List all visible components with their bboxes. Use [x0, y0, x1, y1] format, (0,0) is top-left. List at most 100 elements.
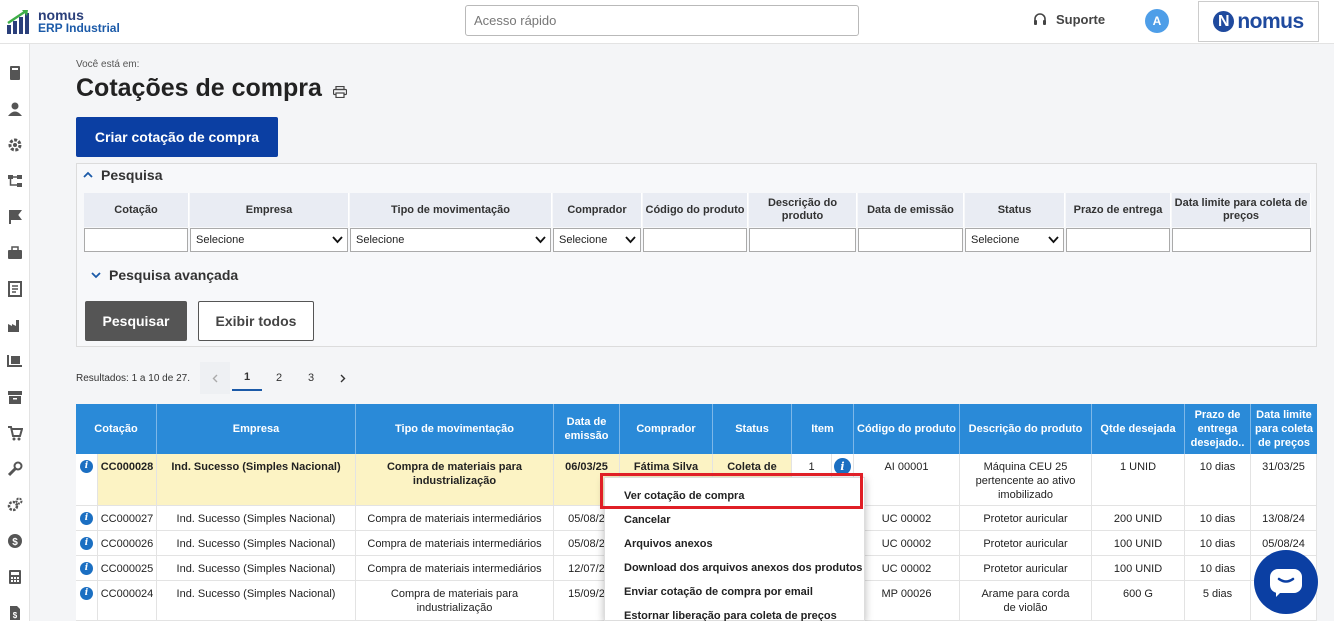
col-header-delivery-time[interactable]: Prazo de entrega desejado.. — [1185, 404, 1251, 454]
col-header-buyer[interactable]: Comprador — [620, 404, 713, 454]
row-info-button[interactable]: i — [76, 556, 98, 581]
pagination-next[interactable] — [328, 362, 358, 394]
filter-movement-type-value: Selecione — [356, 234, 405, 246]
headset-icon — [1034, 12, 1046, 25]
cell-delivery-time: 10 dias — [1185, 531, 1251, 556]
pagination-page-2[interactable]: 2 — [264, 362, 294, 394]
tool-icon[interactable] — [7, 461, 23, 477]
filter-label-delivery-time: Prazo de entrega — [1066, 193, 1171, 227]
col-header-item[interactable]: Item — [792, 404, 854, 454]
logo-line2: ERP Industrial — [38, 21, 120, 35]
cell-quotation[interactable]: CC000027 — [98, 506, 157, 531]
row-info-button[interactable]: i — [76, 581, 98, 621]
user-avatar[interactable]: A — [1145, 9, 1169, 33]
row-info-button[interactable]: i — [76, 531, 98, 556]
filter-price-deadline-input[interactable] — [1172, 228, 1311, 252]
support-label: Suporte — [1056, 12, 1106, 27]
col-header-desired-qty[interactable]: Qtde desejada — [1092, 404, 1185, 454]
quick-access-input[interactable] — [465, 5, 859, 36]
create-quotation-button[interactable]: Criar cotação de compra — [76, 117, 278, 157]
svg-text:$: $ — [13, 611, 18, 620]
advanced-search-toggle[interactable]: Pesquisa avançada — [91, 267, 238, 283]
show-all-button[interactable]: Exibir todos — [198, 301, 314, 341]
filter-status-select[interactable]: Selecione — [965, 228, 1064, 252]
search-toggle[interactable]: Pesquisa — [83, 167, 162, 183]
pagination-prev[interactable] — [200, 362, 230, 394]
chevron-right-icon — [340, 374, 346, 382]
pagination-page-1[interactable]: 1 — [232, 365, 262, 391]
cell-product-description: Protetor auricular — [960, 506, 1092, 531]
info-icon: i — [80, 537, 93, 550]
filter-issue-date-input[interactable] — [858, 228, 963, 252]
cell-company: Ind. Sucesso (Simples Nacional) — [157, 531, 356, 556]
filter-company-select[interactable]: Selecione — [190, 228, 348, 252]
briefcase-icon[interactable] — [7, 245, 23, 261]
user-icon[interactable] — [7, 101, 23, 117]
support-link[interactable]: Suporte — [1033, 12, 1105, 27]
col-header-product-code[interactable]: Código do produto — [854, 404, 960, 454]
top-bar: nomus ERP Industrial Suporte A N nomus — [0, 0, 1334, 44]
chat-button[interactable] — [1254, 550, 1318, 614]
gears-icon[interactable] — [7, 497, 23, 513]
col-header-price-deadline[interactable]: Data limite para coleta de preços — [1251, 404, 1317, 454]
brand-logo: N nomus — [1198, 1, 1319, 42]
search-button[interactable]: Pesquisar — [85, 301, 187, 341]
cell-product-description: Protetor auricular — [960, 531, 1092, 556]
factory-icon[interactable] — [7, 317, 23, 333]
flow-icon[interactable] — [7, 173, 23, 189]
chevron-down-icon — [625, 236, 636, 244]
row-info-button[interactable]: i — [76, 454, 98, 506]
cell-desired-qty: 100 UNID — [1092, 556, 1185, 581]
cell-quotation[interactable]: CC000026 — [98, 531, 157, 556]
filter-delivery-time-input[interactable] — [1066, 228, 1170, 252]
chevron-down-icon — [1048, 236, 1059, 244]
col-header-issue-date[interactable]: Data de emissão — [554, 404, 620, 454]
cell-desired-qty: 200 UNID — [1092, 506, 1185, 531]
chat-bubble-icon — [1270, 569, 1302, 597]
menu-download-product-attachments[interactable]: Download dos arquivos anexos dos produto… — [624, 562, 862, 574]
chevron-down-icon — [91, 272, 101, 279]
row-info-button[interactable]: i — [76, 506, 98, 531]
col-header-movement-type[interactable]: Tipo de movimentação — [356, 404, 554, 454]
filter-buyer-value: Selecione — [559, 234, 608, 246]
cell-movement-type: Compra de materiais para industrializaçã… — [356, 581, 554, 621]
cart-icon[interactable] — [7, 425, 23, 441]
print-icon[interactable] — [333, 86, 347, 98]
app-logo[interactable]: nomus ERP Industrial — [6, 6, 126, 38]
book-icon[interactable] — [7, 65, 23, 81]
flag-icon[interactable] — [7, 209, 23, 225]
cell-quotation[interactable]: CC000025 — [98, 556, 157, 581]
filter-product-code-input[interactable] — [643, 228, 747, 252]
chevron-down-icon — [332, 236, 343, 244]
col-header-status[interactable]: Status — [713, 404, 792, 454]
dollar-icon[interactable]: $ — [7, 533, 23, 549]
filter-movement-type-select[interactable]: Selecione — [350, 228, 551, 252]
filter-label-product-description: Descrição do produto — [749, 193, 857, 227]
cell-quotation[interactable]: CC000028 — [98, 454, 157, 506]
col-header-company[interactable]: Empresa — [157, 404, 356, 454]
cell-movement-type: Compra de materiais intermediários — [356, 506, 554, 531]
document-icon[interactable] — [7, 281, 23, 297]
page-title: Cotações de compra — [76, 74, 322, 102]
filter-buyer-select[interactable]: Selecione — [553, 228, 641, 252]
cell-desired-qty: 1 UNID — [1092, 454, 1185, 506]
filter-product-description-input[interactable] — [749, 228, 856, 252]
cell-company: Ind. Sucesso (Simples Nacional) — [157, 556, 356, 581]
gear-icon[interactable] — [7, 137, 23, 153]
calculator-icon[interactable] — [7, 569, 23, 585]
menu-reverse-price-collection[interactable]: Estornar liberação para coleta de preços — [624, 610, 837, 621]
menu-send-email[interactable]: Enviar cotação de compra por email — [624, 586, 813, 598]
filter-quotation-input[interactable] — [84, 228, 188, 252]
pallet-icon[interactable] — [7, 353, 23, 369]
info-icon: i — [80, 587, 93, 600]
pagination-page-3[interactable]: 3 — [296, 362, 326, 394]
cell-quotation[interactable]: CC000024 — [98, 581, 157, 621]
cell-movement-type: Compra de materiais intermediários — [356, 556, 554, 581]
col-header-quotation[interactable]: Cotação — [76, 404, 157, 454]
archive-icon[interactable] — [7, 389, 23, 405]
menu-cancel[interactable]: Cancelar — [624, 514, 670, 526]
menu-attachments[interactable]: Arquivos anexos — [624, 538, 713, 550]
col-header-product-description[interactable]: Descrição do produto — [960, 404, 1092, 454]
file-dollar-icon[interactable]: $ — [7, 605, 23, 621]
cell-company: Ind. Sucesso (Simples Nacional) — [157, 581, 356, 621]
